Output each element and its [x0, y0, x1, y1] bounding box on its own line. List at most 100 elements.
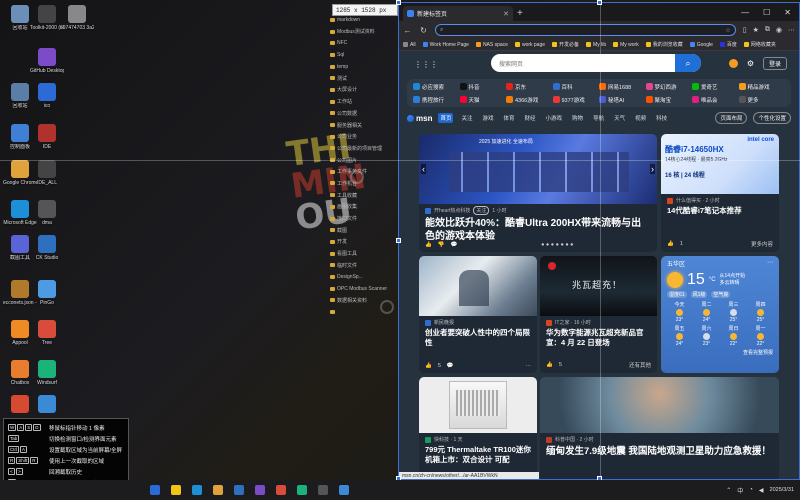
quick-link[interactable]: 聚淘宝: [645, 94, 693, 105]
category-tab[interactable]: 财经: [523, 113, 538, 123]
split-screen-icon[interactable]: ▯: [743, 26, 747, 34]
folder-item[interactable]: 公司业务: [330, 131, 398, 143]
category-tab[interactable]: 购物: [570, 113, 585, 123]
more-icon[interactable]: ⋯: [526, 363, 532, 369]
new-tab-button[interactable]: +: [517, 8, 523, 19]
quick-link[interactable]: 9377游戏: [552, 94, 600, 105]
comment-icon[interactable]: 💬: [447, 363, 454, 369]
folder-item[interactable]: [330, 306, 398, 318]
folder-item[interactable]: OPC Modbus Scanner: [330, 283, 398, 295]
category-tab[interactable]: 游戏: [480, 113, 495, 123]
folder-item[interactable]: 截图: [330, 224, 398, 236]
back-icon[interactable]: ←: [403, 26, 412, 35]
profile-icon[interactable]: ◉: [776, 26, 782, 34]
bookmark-item[interactable]: NAS space: [475, 42, 508, 48]
clock[interactable]: 2025/3/31: [770, 487, 794, 494]
folder-item[interactable]: 工作机台: [330, 178, 398, 190]
follow-button[interactable]: 关注: [473, 206, 490, 215]
carousel-dots[interactable]: ● ● ● ● ● ● ●: [541, 242, 573, 248]
dislike-icon[interactable]: 👎: [438, 242, 445, 248]
desktop-icon[interactable]: IDE_ALL: [30, 160, 64, 186]
forecast-day[interactable]: 周六 23°: [693, 326, 720, 347]
weather-location[interactable]: 五华区: [667, 259, 685, 268]
apps-grid-icon[interactable]: ⋮⋮⋮: [414, 60, 438, 69]
folder-item[interactable]: Modbus测试资料: [330, 26, 398, 38]
quick-link[interactable]: 抖音: [459, 81, 507, 92]
quick-link[interactable]: 爱奇艺: [692, 81, 739, 92]
folder-item[interactable]: NFC: [330, 37, 398, 49]
personalize-button[interactable]: 个性化设置: [753, 112, 791, 124]
category-tab[interactable]: 关注: [459, 113, 474, 123]
bookmark-item[interactable]: All: [403, 42, 416, 48]
folder-item[interactable]: 测试: [330, 72, 398, 84]
bookmark-item[interactable]: 百度: [719, 41, 737, 48]
maximize-button[interactable]: ☐: [763, 8, 770, 17]
folder-item[interactable]: 公司数据: [330, 108, 398, 120]
news-card-office[interactable]: 新民晚报 创业者要突破人性中的四个局限性 👍 5 💬 ⋯: [419, 256, 537, 373]
folder-item[interactable]: 服务器相关: [330, 119, 398, 131]
category-tab[interactable]: 首页: [438, 113, 454, 123]
taskbar-app-icon[interactable]: [234, 485, 244, 495]
taskbar-app-icon[interactable]: [171, 485, 181, 495]
folder-item[interactable]: 工作事务文件: [330, 166, 398, 178]
selection-handle[interactable]: [396, 238, 401, 243]
collections-icon[interactable]: ⧉: [765, 26, 770, 34]
bookmark-item[interactable]: My work: [613, 42, 639, 48]
desktop-icon[interactable]: [30, 395, 64, 415]
folder-item[interactable]: Sql: [330, 49, 398, 61]
taskbar-app-icon[interactable]: [318, 485, 328, 495]
hero-news-card[interactable]: 2025 加速进化 全速布局 ‹ › 开heart热点科技 关注 1 小时 能效…: [419, 134, 657, 252]
forecast-day[interactable]: 周一 22°: [747, 326, 774, 347]
forecast-day[interactable]: 周三 25°: [720, 302, 747, 323]
network-icon[interactable]: ◔: [749, 487, 753, 493]
quick-link[interactable]: 天猫: [459, 94, 507, 105]
folder-item[interactable]: 看图工具: [330, 248, 398, 260]
taskbar-app-icon[interactable]: [150, 485, 160, 495]
page-layout-button[interactable]: 页面布局: [715, 112, 748, 124]
input-language[interactable]: 中: [737, 486, 743, 495]
quick-link[interactable]: 更多: [738, 94, 786, 105]
taskbar-app-icon[interactable]: [192, 485, 202, 495]
quick-link[interactable]: 秘塔AI: [599, 94, 646, 105]
refresh-icon[interactable]: ↻: [419, 26, 428, 35]
like-icon[interactable]: 👍: [546, 362, 553, 368]
quick-link[interactable]: 京东: [506, 81, 553, 92]
desktop-icon[interactable]: Tree: [30, 320, 64, 346]
favorite-star-icon[interactable]: ☆: [725, 27, 730, 34]
desktop-icon[interactable]: Windsurf: [30, 360, 64, 386]
quick-link[interactable]: 4366游戏: [506, 94, 553, 105]
category-tab[interactable]: 小游戏: [544, 113, 565, 123]
more-menu-icon[interactable]: ⋯: [788, 26, 795, 34]
desktop-icon[interactable]: PinGo: [30, 280, 64, 306]
bookmark-item[interactable]: Work Home Page: [422, 42, 469, 48]
close-tab-icon[interactable]: ✕: [503, 10, 509, 18]
address-bar[interactable]: ⌕ ☆: [435, 24, 736, 36]
taskbar-app-icon[interactable]: [276, 485, 286, 495]
bookmark-item[interactable]: work page: [514, 42, 545, 48]
volume-icon[interactable]: ◀: [759, 487, 764, 494]
more-content-link[interactable]: 还有其他: [629, 361, 651, 369]
bookmark-item[interactable]: Google: [689, 42, 713, 48]
folder-item[interactable]: 临时文件: [330, 259, 398, 271]
quick-link[interactable]: 精品游戏: [738, 81, 786, 92]
like-icon[interactable]: 👍: [425, 363, 432, 369]
weather-more-icon[interactable]: ⋯: [767, 259, 773, 268]
quick-link[interactable]: 唯品会: [692, 94, 739, 105]
news-title[interactable]: 缅甸发生7.9级地震 我国陆地观测卫星助力应急救援！: [540, 443, 779, 460]
forecast-day[interactable]: 周五 24°: [666, 326, 693, 347]
folder-item[interactable]: DesignSp...: [330, 271, 398, 283]
login-button[interactable]: 登录: [762, 57, 787, 70]
desktop-icon[interactable]: IDE: [30, 124, 64, 150]
ad-card[interactable]: intel core 酷睿i7-14650HX 14核心24线程 · 最高5.2…: [661, 134, 779, 252]
favorites-icon[interactable]: ★: [753, 26, 759, 34]
bookmark-item[interactable]: 开发必备: [552, 41, 579, 48]
quick-link[interactable]: 必应搜索: [413, 81, 460, 92]
folder-item[interactable]: 工具收藏: [330, 189, 398, 201]
category-tab[interactable]: 导航: [591, 113, 606, 123]
bookmark-item[interactable]: 网络收藏夹: [743, 41, 776, 48]
desktop-icon[interactable]: Toolkit-2000 (x64): [30, 5, 64, 31]
category-tab[interactable]: 科技: [654, 113, 669, 123]
desktop-icon[interactable]: dma: [30, 200, 64, 226]
comment-icon[interactable]: 💬: [451, 242, 458, 248]
weather-card[interactable]: 五华区 ⋯ 15 °C 从14点开始 多云转晴 湿度61 风1级 空气良 今天 2…: [661, 256, 779, 373]
